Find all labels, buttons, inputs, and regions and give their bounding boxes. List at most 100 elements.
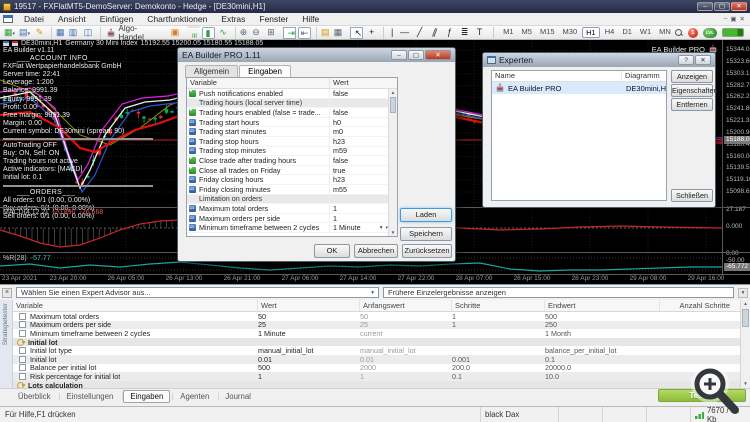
tile-windows-icon[interactable]: ⊞ — [265, 27, 278, 39]
experten-dialog-titlebar[interactable]: Experten ? ✕ — [483, 53, 715, 67]
parameter-value[interactable]: h23 — [333, 137, 345, 146]
experten-action-button[interactable]: Entfernen — [671, 98, 713, 111]
docs-icon[interactable]: ▤ — [316, 26, 330, 39]
column-header[interactable]: Anfangswert — [360, 300, 452, 311]
parameter-value[interactable]: true — [333, 166, 345, 175]
candlestick-chart-icon[interactable]: ▮ — [201, 26, 215, 39]
algo-trading-button[interactable]: Algo-Handel — [99, 24, 168, 42]
trendline-icon[interactable]: ╱ — [413, 27, 426, 39]
parameter-row[interactable]: Maximum total orders 1 ▾ — [187, 203, 388, 214]
fibonacci-icon[interactable]: ƒ — [443, 27, 456, 39]
optimize-checkbox[interactable] — [19, 329, 26, 337]
window-titlebar[interactable]: 19517 - FXFlatMT5-DemoServer: Demokonto … — [0, 0, 750, 13]
tester-parameter-row[interactable]: Maximum orders per side 25 25 1 250 — [13, 320, 740, 329]
optimize-checkbox[interactable] — [19, 347, 26, 355]
parameter-row[interactable]: Trading stop minutes m59 ▾ — [187, 146, 388, 157]
tester-parameter-row[interactable]: Risk percentage for initial lot 1 1 0.1 … — [13, 372, 740, 381]
minimize-icon[interactable]: – — [697, 2, 713, 11]
tester-parameter-row[interactable]: Initial lot type manual_initial_lot manu… — [13, 346, 740, 355]
toolbox-icon[interactable]: ▣ — [169, 27, 182, 39]
parameter-row[interactable]: Trading hours enabled (false = trade... … — [187, 107, 388, 118]
optimize-checkbox[interactable] — [19, 355, 26, 363]
zoom-in-icon[interactable]: ⊕ — [234, 26, 248, 39]
cursor-icon[interactable]: ↖ — [349, 26, 364, 39]
experten-action-button[interactable]: Anzeigen — [671, 70, 713, 83]
dropdown-icon[interactable]: ▾ — [380, 225, 383, 231]
menu-item[interactable]: Ansicht — [51, 13, 93, 26]
line-chart-icon[interactable]: ∿ — [217, 27, 230, 39]
parameter-row[interactable]: Maximum orders per side 1 ▾ — [187, 213, 388, 224]
column-header[interactable]: Anzahl Schritte — [660, 300, 740, 311]
parameter-anfangswert[interactable]: current — [360, 329, 452, 338]
close-icon[interactable]: ✕ — [731, 2, 747, 11]
notification-badge[interactable]: 1 — [687, 27, 698, 38]
price-scale[interactable]: 15344.05 15323.60 15303.15 15282.70 15262.25… — [722, 40, 750, 274]
timeframe-button[interactable]: M1 — [500, 27, 516, 38]
column-header[interactable]: Endwert — [545, 300, 660, 311]
scroll-up-icon[interactable]: ▲ — [741, 300, 750, 308]
objects-list-icon[interactable]: ≣ — [458, 27, 471, 39]
parameter-anfangswert[interactable]: 1 — [360, 372, 452, 381]
parameter-row[interactable]: Friday closing minutes m55 ▾ — [187, 184, 388, 195]
timeframe-button[interactable]: H4 — [602, 27, 618, 38]
scroll-down-icon[interactable]: ▼ — [389, 229, 397, 236]
market-watch-icon[interactable]: ▦ — [51, 26, 65, 39]
timeframe-button[interactable]: M30 — [560, 27, 581, 38]
child-minimize-icon[interactable]: – — [724, 15, 728, 23]
dialog-minimize-icon[interactable]: – — [391, 50, 407, 60]
optimize-checkbox[interactable] — [19, 312, 26, 320]
parameter-value[interactable]: false — [333, 108, 348, 117]
crosshair-icon[interactable]: + — [365, 27, 378, 39]
column-header[interactable]: Schritte — [452, 300, 545, 311]
timeframe-button[interactable]: M15 — [537, 27, 558, 38]
child-restore-icon[interactable]: ▣ — [730, 15, 736, 23]
timeframe-button[interactable]: M5 — [519, 27, 535, 38]
abbrechen-button[interactable]: Abbrechen — [354, 244, 398, 258]
parameter-value[interactable]: false — [333, 89, 348, 98]
scroll-thumb[interactable] — [742, 309, 749, 327]
menu-item[interactable]: Extras — [214, 13, 252, 26]
parameter-row[interactable]: Friday closing hours h23 ▾ — [187, 175, 388, 185]
column-name[interactable]: Name — [492, 71, 622, 81]
tester-parameter-row[interactable]: Minimum timeframe between 2 cycles 1 Min… — [13, 329, 740, 338]
new-order-icon[interactable]: ▦ — [3, 27, 16, 39]
ok-button[interactable]: OK — [314, 244, 350, 258]
tester-tab[interactable]: Journal — [219, 391, 257, 402]
previous-results-select[interactable]: Frühere Einzelergebnisse anzeigen — [382, 287, 735, 298]
parameter-value[interactable]: m55 — [333, 185, 347, 194]
parameter-row[interactable]: Trading stop hours h23 ▾ — [187, 136, 388, 147]
scroll-up-icon[interactable]: ▲ — [389, 89, 397, 96]
menu-item[interactable]: Fenster — [252, 13, 295, 26]
panel-menu-icon[interactable]: ▾ — [738, 287, 749, 298]
dialog-maximize-icon[interactable]: ▢ — [408, 50, 424, 60]
expert-row[interactable]: EA Builder PRO DE30mini,H1 — [492, 82, 666, 94]
save-icon[interactable]: ▦ — [332, 27, 345, 39]
parameter-row[interactable]: Limitation on orders ▾ — [187, 194, 388, 205]
menu-item[interactable]: Hilfe — [295, 13, 326, 26]
parameter-schritte[interactable]: 0.1 — [452, 372, 545, 381]
scroll-thumb[interactable] — [390, 97, 396, 113]
laden-button[interactable]: Laden — [400, 208, 452, 222]
tester-parameter-row[interactable]: Maximum total orders 50 50 1 500 — [13, 312, 740, 321]
vertical-line-icon[interactable]: | — [383, 26, 396, 39]
column-wert[interactable]: Wert — [330, 78, 397, 88]
parameter-endwert[interactable]: 10.0 — [545, 372, 660, 381]
parameter-row[interactable]: Trading hours (local server time) ▾ — [187, 98, 388, 109]
new-chart-icon[interactable]: ▤ — [18, 27, 31, 39]
parameter-endwert[interactable]: 1 Month — [545, 329, 660, 338]
tester-tab[interactable]: Eingaben — [123, 390, 173, 403]
experten-table-header[interactable]: Name Diagramm — [492, 71, 666, 82]
search-icon[interactable] — [674, 28, 683, 37]
parameter-value[interactable]: 1 — [333, 204, 337, 213]
optimize-checkbox[interactable] — [19, 372, 26, 380]
column-variable[interactable]: Variable — [187, 78, 330, 88]
bar-chart-icon[interactable]: ≡ — [187, 26, 199, 39]
metaeditor-icon[interactable]: ✎ — [33, 27, 46, 39]
parameter-value[interactable]: h23 — [333, 175, 345, 184]
dialog-close-icon[interactable]: ✕ — [695, 55, 711, 65]
experten-action-button[interactable]: Eigenschaften — [671, 84, 718, 97]
parameters-table-header[interactable]: Variable Wert — [187, 78, 397, 89]
data-window-icon[interactable]: ▥ — [67, 27, 80, 39]
timeframe-button[interactable]: W1 — [637, 27, 654, 38]
chart-shift-icon[interactable]: ⇤ — [298, 26, 312, 39]
